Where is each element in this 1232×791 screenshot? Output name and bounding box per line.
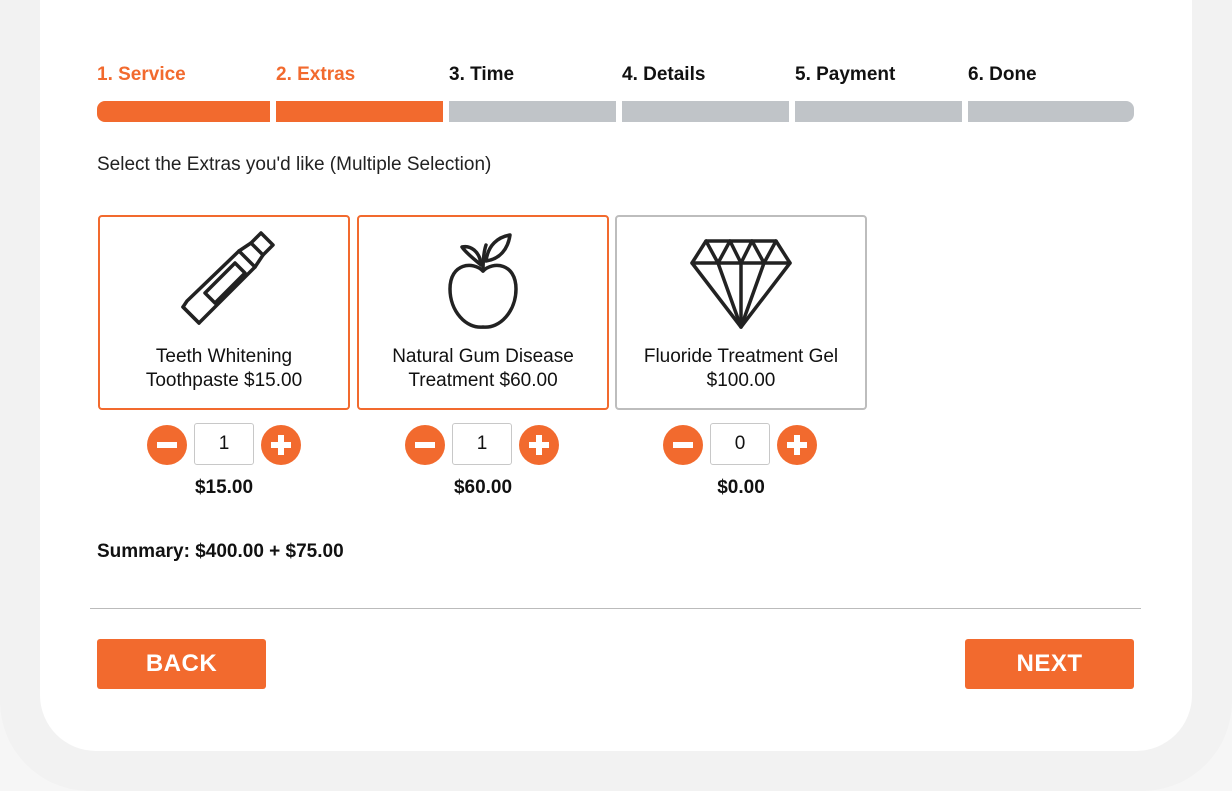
extra-name: Fluoride Treatment Gel $100.00 (643, 346, 839, 391)
step-bar (449, 101, 616, 122)
quantity-stepper (357, 423, 609, 467)
step-service[interactable]: 1. Service (97, 64, 270, 124)
step-label: 4. Details (622, 64, 706, 85)
extra-card[interactable]: Fluoride Treatment Gel $100.00 (615, 215, 867, 410)
quantity-input[interactable] (194, 423, 254, 465)
decrement-button[interactable] (147, 425, 187, 465)
step-bar (276, 101, 443, 122)
extra-subtotal: $60.00 (453, 477, 513, 498)
instruction-text: Select the Extras you'd like (Multiple S… (97, 154, 492, 175)
step-label: 3. Time (449, 64, 515, 85)
step-label: 5. Payment (795, 64, 896, 85)
extra-name: Natural Gum Disease Treatment $60.00 (392, 346, 574, 391)
step-bar (622, 101, 789, 122)
diamond-icon (690, 239, 792, 329)
step-label: 1. Service (97, 64, 186, 85)
quantity-input[interactable] (452, 423, 512, 465)
increment-button[interactable] (519, 425, 559, 465)
extra-subtotal: $15.00 (194, 477, 254, 498)
plus-icon (787, 435, 807, 455)
decrement-button[interactable] (405, 425, 445, 465)
minus-icon (673, 442, 693, 448)
apple-icon (448, 233, 518, 329)
divider (90, 608, 1141, 609)
minus-icon (415, 442, 435, 448)
plus-icon (529, 435, 549, 455)
extra-card[interactable]: Teeth Whitening Toothpaste $15.00 (98, 215, 350, 410)
decrement-button[interactable] (663, 425, 703, 465)
plus-icon (271, 435, 291, 455)
step-done[interactable]: 6. Done (968, 64, 1134, 124)
step-label: 6. Done (968, 64, 1037, 85)
toothpaste-icon (181, 231, 275, 325)
extra-card[interactable]: Natural Gum Disease Treatment $60.00 (357, 215, 609, 410)
back-button[interactable]: BACK (97, 639, 266, 689)
increment-button[interactable] (261, 425, 301, 465)
step-extras[interactable]: 2. Extras (276, 64, 443, 124)
step-bar (968, 101, 1134, 122)
increment-button[interactable] (777, 425, 817, 465)
progress-steps: 1. Service 2. Extras 3. Time 4. Details … (97, 64, 1134, 124)
summary-text: Summary: $400.00 + $75.00 (97, 541, 344, 562)
quantity-input[interactable] (710, 423, 770, 465)
step-bar (97, 101, 270, 122)
extra-subtotal: $0.00 (717, 477, 765, 498)
minus-icon (157, 442, 177, 448)
step-payment[interactable]: 5. Payment (795, 64, 962, 124)
step-label: 2. Extras (276, 64, 356, 85)
extra-name: Teeth Whitening Toothpaste $15.00 (145, 346, 303, 391)
next-button[interactable]: NEXT (965, 639, 1134, 689)
step-time[interactable]: 3. Time (449, 64, 616, 124)
step-details[interactable]: 4. Details (622, 64, 789, 124)
step-bar (795, 101, 962, 122)
quantity-stepper (98, 423, 350, 467)
quantity-stepper (615, 423, 867, 467)
